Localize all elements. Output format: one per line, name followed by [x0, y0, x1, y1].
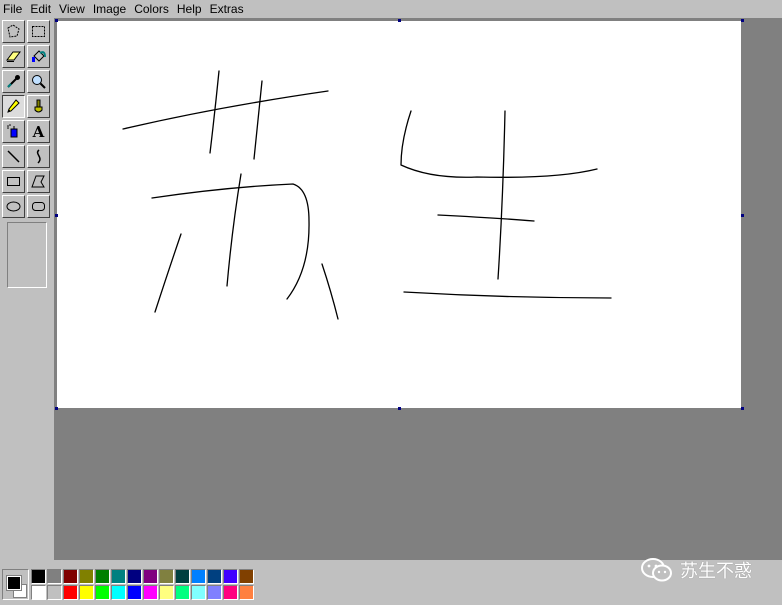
resize-handle-top-left	[55, 19, 58, 22]
resize-handle-bottom-mid[interactable]	[398, 407, 401, 410]
tool-ellipse[interactable]	[2, 195, 25, 218]
tool-options-panel[interactable]	[7, 222, 47, 288]
drawing-canvas[interactable]	[57, 21, 741, 408]
magnifier-icon	[32, 75, 46, 89]
resize-handle-top-mid	[398, 19, 401, 22]
palette-swatch[interactable]	[127, 569, 142, 584]
menu-colors[interactable]: Colors	[130, 0, 173, 18]
palette-swatch[interactable]	[175, 585, 190, 600]
stroke	[437, 214, 535, 222]
foreground-color	[6, 575, 22, 591]
eraser-icon	[6, 51, 21, 62]
watermark-text: 苏生不惑	[680, 561, 752, 582]
resize-handle-bottom-right[interactable]	[741, 407, 744, 410]
palette-swatch[interactable]	[143, 585, 158, 600]
stroke	[226, 173, 242, 287]
menu-edit[interactable]: Edit	[26, 0, 55, 18]
stroke	[122, 90, 329, 130]
palette-swatch[interactable]	[95, 569, 110, 584]
curve-icon	[36, 149, 41, 164]
stroke	[497, 110, 506, 280]
stroke	[209, 70, 220, 154]
tool-rect-select[interactable]	[27, 20, 50, 43]
palette-swatch[interactable]	[143, 569, 158, 584]
fill-bucket-icon	[32, 50, 46, 62]
palette-swatch[interactable]	[239, 569, 254, 584]
workspace	[54, 18, 782, 560]
stroke	[403, 291, 612, 299]
ellipse-icon	[6, 201, 21, 212]
palette-swatch[interactable]	[111, 585, 126, 600]
palette-swatch[interactable]	[239, 585, 254, 600]
palette-swatches	[31, 569, 255, 601]
stroke	[253, 80, 263, 160]
palette-swatch[interactable]	[31, 569, 46, 584]
drawing-strokes	[122, 70, 612, 320]
tool-fill[interactable]	[27, 45, 50, 68]
tool-rounded-rectangle[interactable]	[27, 195, 50, 218]
tool-brush[interactable]	[27, 95, 50, 118]
palette-swatch[interactable]	[223, 585, 238, 600]
current-colors-indicator[interactable]	[2, 569, 29, 600]
tool-pencil[interactable]	[2, 95, 25, 118]
palette-swatch[interactable]	[207, 569, 222, 584]
palette-swatch[interactable]	[159, 585, 174, 600]
palette-swatch[interactable]	[191, 585, 206, 600]
toolbox: A	[0, 18, 54, 560]
line-icon	[7, 150, 20, 163]
rounded-rectangle-icon	[32, 202, 45, 211]
tool-polygon[interactable]	[27, 170, 50, 193]
menu-file[interactable]: File	[0, 0, 26, 18]
stroke	[321, 263, 339, 320]
free-form-select-icon	[7, 24, 20, 38]
color-picker-icon	[7, 75, 20, 88]
resize-handle-mid-right[interactable]	[741, 214, 744, 217]
palette-swatch[interactable]	[159, 569, 174, 584]
resize-handle-bottom-left	[55, 407, 58, 410]
stroke	[154, 233, 182, 313]
tool-curve[interactable]	[27, 145, 50, 168]
tool-magnifier[interactable]	[27, 70, 50, 93]
menu-bar: File Edit View Image Colors Help Extras	[0, 0, 782, 18]
palette-swatch[interactable]	[31, 585, 46, 600]
tool-eraser[interactable]	[2, 45, 25, 68]
palette-swatch[interactable]	[63, 585, 78, 600]
polygon-icon	[31, 175, 45, 188]
menu-help[interactable]: Help	[173, 0, 206, 18]
palette-swatch[interactable]	[223, 569, 238, 584]
wechat-icon	[641, 558, 672, 582]
palette-swatch[interactable]	[95, 585, 110, 600]
tool-airbrush[interactable]	[2, 120, 25, 143]
pencil-icon	[7, 99, 20, 113]
palette-swatch[interactable]	[127, 585, 142, 600]
palette-swatch[interactable]	[63, 569, 78, 584]
brush-icon	[34, 99, 43, 113]
menu-view[interactable]: View	[55, 0, 89, 18]
menu-extras[interactable]: Extras	[206, 0, 248, 18]
palette-swatch[interactable]	[79, 585, 94, 600]
palette-swatch[interactable]	[191, 569, 206, 584]
tool-line[interactable]	[2, 145, 25, 168]
rectangle-icon	[7, 177, 20, 186]
menu-image[interactable]: Image	[89, 0, 130, 18]
tool-free-form-select[interactable]	[2, 20, 25, 43]
airbrush-icon	[7, 124, 18, 138]
tool-rectangle[interactable]	[2, 170, 25, 193]
tool-text[interactable]: A	[27, 120, 50, 143]
stroke	[151, 183, 310, 300]
resize-handle-mid-left	[55, 214, 58, 217]
palette-swatch[interactable]	[111, 569, 126, 584]
palette-swatch[interactable]	[47, 585, 62, 600]
resize-handle-top-right	[741, 19, 744, 22]
tools-grid: A	[2, 20, 52, 220]
palette-swatch[interactable]	[175, 569, 190, 584]
watermark: 苏生不惑	[640, 555, 752, 585]
palette-swatch[interactable]	[207, 585, 222, 600]
palette-swatch[interactable]	[47, 569, 62, 584]
text-icon: A	[32, 122, 45, 141]
stroke	[400, 110, 598, 178]
palette-swatch[interactable]	[79, 569, 94, 584]
tool-color-picker[interactable]	[2, 70, 25, 93]
rect-select-icon	[32, 26, 45, 37]
